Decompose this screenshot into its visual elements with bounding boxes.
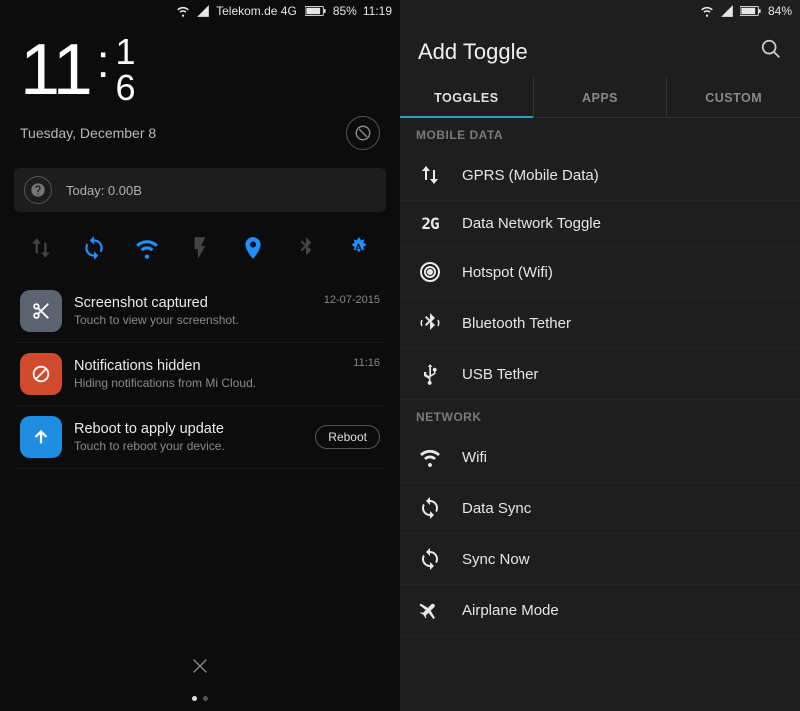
notification-text: Reboot to apply update Touch to reboot yo… (74, 421, 303, 453)
toggle-bluetooth[interactable] (288, 230, 324, 266)
updown-icon (416, 163, 444, 187)
sync-icon (416, 496, 444, 520)
date-label: Tuesday, December 8 (20, 125, 156, 141)
help-icon (24, 176, 52, 204)
status-bar-left: Telekom.de 4G 85% 11:19 (0, 0, 400, 22)
notification-time: 11:16 (353, 357, 380, 369)
toggle-option[interactable]: Hotspot (Wifi) (400, 247, 800, 298)
notification-action-button[interactable]: Reboot (315, 425, 380, 449)
clock-hours: 11 (20, 34, 91, 106)
page-dot (192, 696, 197, 701)
toggle-option[interactable]: Wifi (400, 432, 800, 483)
toggle-option[interactable]: GPRS (Mobile Data) (400, 150, 800, 201)
toggle-sync[interactable] (76, 230, 112, 266)
status-time: 11:19 (363, 4, 392, 18)
battery-percent: 85% (333, 4, 357, 18)
toggle-option[interactable]: Data Sync (400, 483, 800, 534)
toggle-option[interactable]: Airplane Mode (400, 585, 800, 636)
section-header: NETWORK (400, 400, 800, 432)
toggle-option[interactable]: Sync Now (400, 534, 800, 585)
wifi-icon (416, 445, 444, 469)
notification-time: 12-07-2015 (324, 294, 380, 306)
toggle-option-label: Sync Now (462, 551, 530, 568)
notification-item[interactable]: Reboot to apply update Touch to reboot yo… (14, 406, 386, 469)
wifi-icon (176, 4, 190, 18)
data-usage-label: Today: 0.00B (66, 183, 142, 198)
scissors-icon (20, 290, 62, 332)
date-row: Tuesday, December 8 (0, 106, 400, 150)
tab-apps[interactable]: APPS (534, 77, 668, 117)
screen-header: Add Toggle (400, 22, 800, 77)
clock: 11 : 1 6 (0, 22, 400, 106)
page-title: Add Toggle (418, 39, 528, 65)
clear-all-button[interactable] (346, 116, 380, 150)
wifi-icon (700, 4, 714, 18)
toggle-auto-brightness[interactable] (341, 230, 377, 266)
arrow-up-icon (20, 416, 62, 458)
signal-icon (720, 4, 734, 18)
usb-icon (416, 362, 444, 386)
status-bar-right: 84% (400, 0, 800, 22)
notification-subtitle: Touch to reboot your device. (74, 439, 303, 453)
deny-icon (20, 353, 62, 395)
notification-title: Screenshot captured (74, 295, 312, 311)
battery-icon (305, 5, 327, 17)
battery-percent: 84% (768, 4, 792, 18)
toggle-location[interactable] (235, 230, 271, 266)
notification-item[interactable]: Notifications hidden Hiding notifications… (14, 343, 386, 406)
notification-title: Notifications hidden (74, 358, 341, 374)
clock-min-2: 6 (116, 70, 136, 106)
toggle-option-label: Airplane Mode (462, 602, 559, 619)
battery-icon (740, 5, 762, 17)
notification-list: Screenshot captured Touch to view your sc… (0, 280, 400, 469)
bt-tether-icon (416, 311, 444, 335)
toggle-flash[interactable] (182, 230, 218, 266)
page-dot (203, 696, 208, 701)
toggle-option-label: Bluetooth Tether (462, 315, 571, 332)
tabs: TOGGLESAPPSCUSTOM (400, 77, 800, 118)
toggle-option[interactable]: Bluetooth Tether (400, 298, 800, 349)
notification-subtitle: Touch to view your screenshot. (74, 313, 312, 327)
signal-icon (196, 4, 210, 18)
data-usage-row[interactable]: Today: 0.00B (14, 168, 386, 212)
page-indicator (0, 696, 400, 701)
toggle-option-label: GPRS (Mobile Data) (462, 167, 599, 184)
toggle-option-label: Data Network Toggle (462, 215, 601, 232)
clock-separator: : (97, 34, 110, 89)
toggle-option[interactable]: USB Tether (400, 349, 800, 400)
tab-toggles[interactable]: TOGGLES (400, 77, 534, 117)
toggle-wifi[interactable] (129, 230, 165, 266)
toggle-sections: MOBILE DATA GPRS (Mobile Data) 2G Data Netw… (400, 118, 800, 636)
toggle-option-label: USB Tether (462, 366, 538, 383)
notification-shade: Telekom.de 4G 85% 11:19 11 : 1 6 Tuesday… (0, 0, 400, 711)
toggle-option-label: Data Sync (462, 500, 531, 517)
toggle-option-label: Hotspot (Wifi) (462, 264, 553, 281)
toggle-option-label: Wifi (462, 449, 487, 466)
quick-toggles (0, 212, 400, 280)
notification-text: Notifications hidden Hiding notifications… (74, 358, 341, 390)
toggle-option[interactable]: 2G Data Network Toggle (400, 201, 800, 247)
sync-icon (416, 547, 444, 571)
2g-icon: 2G (416, 214, 444, 233)
notification-subtitle: Hiding notifications from Mi Cloud. (74, 376, 341, 390)
section-header: MOBILE DATA (400, 118, 800, 150)
airplane-icon (416, 598, 444, 622)
toggle-data-arrows[interactable] (23, 230, 59, 266)
search-button[interactable] (760, 38, 782, 65)
notification-title: Reboot to apply update (74, 421, 303, 437)
hotspot-icon (416, 260, 444, 284)
notification-text: Screenshot captured Touch to view your sc… (74, 295, 312, 327)
notification-item[interactable]: Screenshot captured Touch to view your sc… (14, 280, 386, 343)
carrier-label: Telekom.de 4G (216, 4, 297, 18)
tab-custom[interactable]: CUSTOM (667, 77, 800, 117)
close-shade-button[interactable] (0, 655, 400, 677)
add-toggle-screen: 84% Add Toggle TOGGLESAPPSCUSTOM MOBILE … (400, 0, 800, 711)
clock-min-1: 1 (116, 34, 136, 70)
